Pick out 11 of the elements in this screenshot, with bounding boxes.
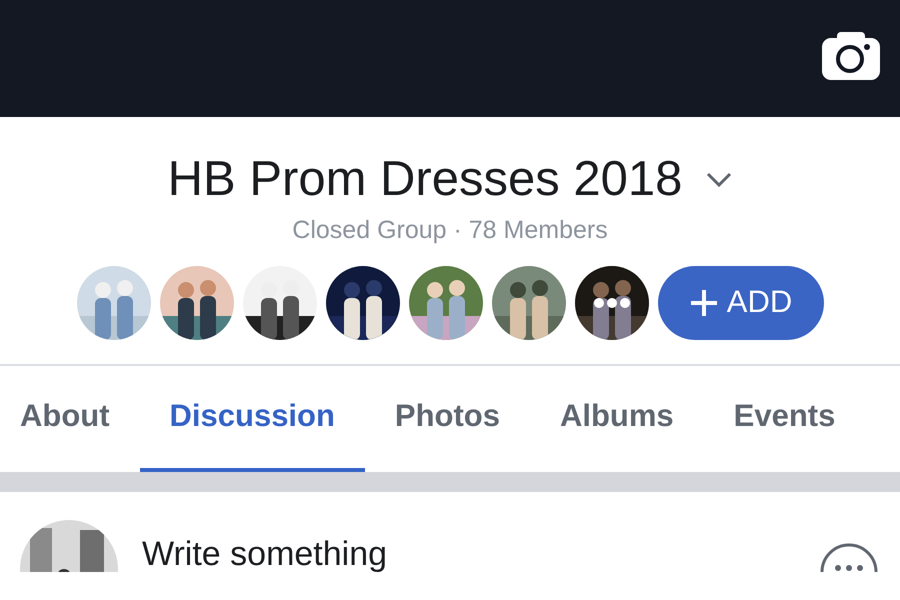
post-field[interactable]: Write something <box>140 528 798 572</box>
group-info: Closed Group · 78 Members <box>292 215 608 246</box>
add-button[interactable]: ADD <box>658 266 824 340</box>
tab[interactable]: Albums <box>530 366 704 472</box>
camera-icon[interactable] <box>822 30 880 80</box>
group-title: HB Prom Dresses 2018 <box>168 155 682 204</box>
plus-icon <box>688 288 719 318</box>
tab[interactable]: Events <box>704 366 866 472</box>
tab[interactable]: Photos <box>364 366 530 472</box>
tab[interactable]: About <box>0 366 140 472</box>
chevron-icon[interactable] <box>706 172 732 188</box>
